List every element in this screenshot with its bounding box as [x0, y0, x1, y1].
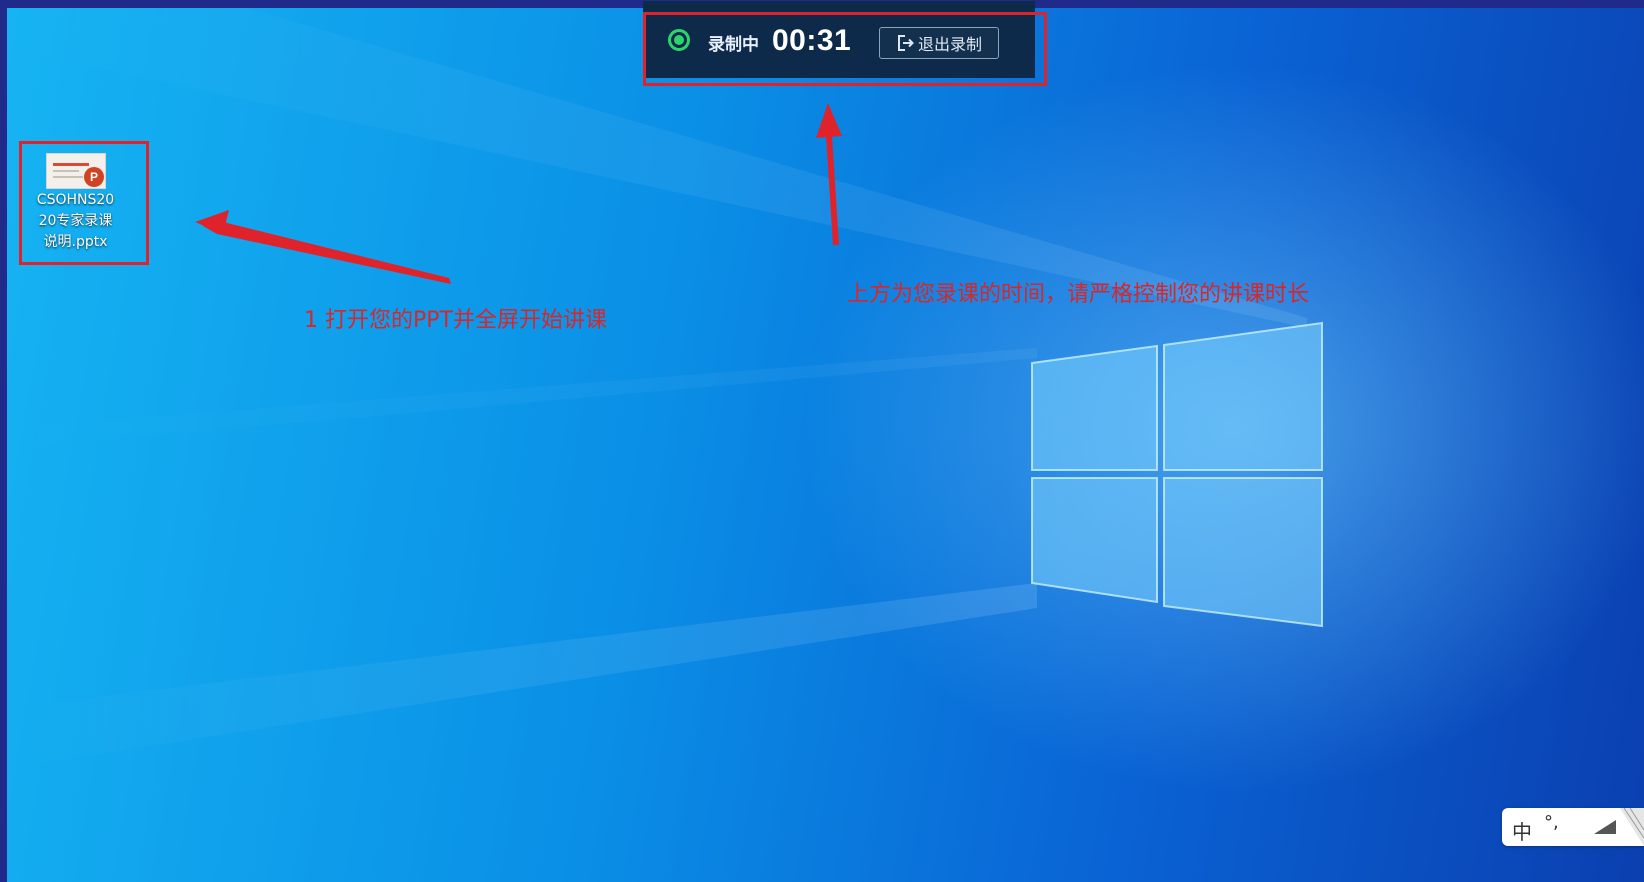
ime-language-toggle[interactable]: 中 — [1512, 816, 1532, 845]
annotation-arrows — [195, 103, 842, 284]
recording-bar-highlight — [643, 12, 1047, 86]
ime-punctuation-toggle[interactable]: °, — [1544, 812, 1559, 833]
ime-skin-decoration — [1620, 808, 1644, 846]
ime-toolbox-icon[interactable] — [1592, 818, 1618, 836]
file-icon-highlight — [19, 141, 149, 265]
windows-logo — [1031, 321, 1323, 628]
desktop-background — [7, 8, 1644, 882]
timer-annotation: 上方为您录课的时间，请严格控制您的讲课时长 — [847, 282, 1310, 307]
ime-toolbar[interactable]: 中 °, — [1502, 808, 1644, 846]
step-1-annotation: 1 打开您的PPT并全屏开始讲课 — [304, 308, 607, 333]
windows-wallpaper-art — [7, 8, 1323, 768]
